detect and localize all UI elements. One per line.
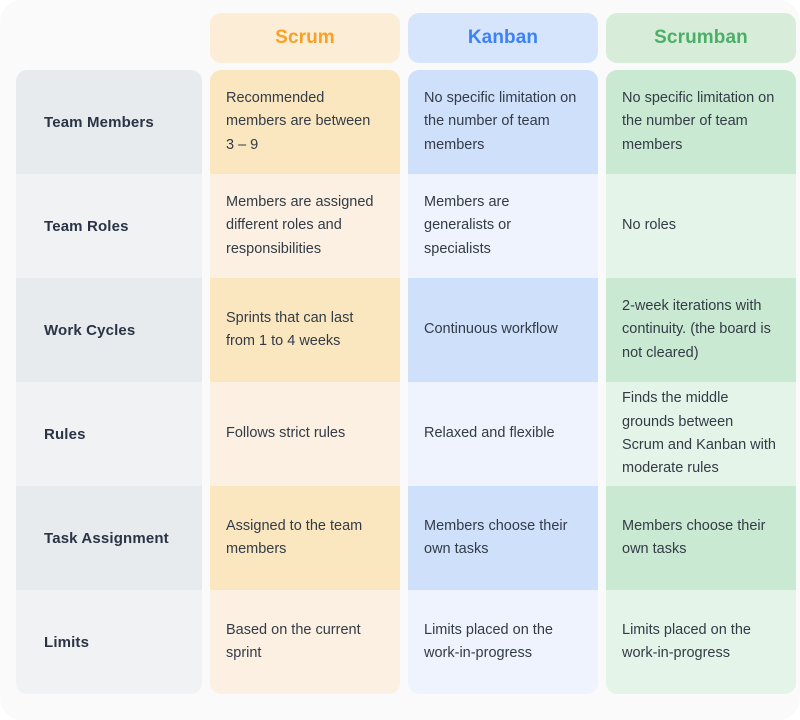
- cell-text: Sprints that can last from 1 to 4 weeks: [226, 309, 354, 349]
- row-label-limits: Limits: [16, 590, 202, 694]
- cell-scrum-limits: Based on the current sprint: [210, 590, 400, 694]
- cell-kanban-rules: Relaxed and flexible: [408, 382, 598, 486]
- cell-text: No roles: [622, 217, 676, 234]
- column-header-kanban-label: Kanban: [467, 27, 539, 48]
- table-corner-blank: [16, 13, 202, 63]
- cell-text: 2-week iterations with continuity. (the …: [622, 297, 771, 361]
- row-label-team-roles: Team Roles: [16, 174, 202, 278]
- row-label-rules: Rules: [16, 382, 202, 486]
- row-label-work-cycles: Work Cycles: [16, 278, 202, 382]
- row-label-text: Team Members: [44, 113, 154, 131]
- cell-scrumban-work-cycles: 2-week iterations with continuity. (the …: [606, 278, 796, 382]
- column-header-scrumban-label: Scrumban: [654, 27, 748, 48]
- cell-text: Members choose their own tasks: [622, 517, 766, 557]
- column-header-kanban: Kanban: [408, 13, 598, 63]
- cell-kanban-work-cycles: Continuous workflow: [408, 278, 598, 382]
- cell-kanban-team-roles: Members are generalists or specialists: [408, 174, 598, 278]
- cell-text: Assigned to the team members: [226, 517, 363, 557]
- cell-kanban-limits: Limits placed on the work-in-progress: [408, 590, 598, 694]
- cell-scrumban-limits: Limits placed on the work-in-progress: [606, 590, 796, 694]
- row-label-text: Limits: [44, 633, 90, 651]
- row-label-team-members: Team Members: [16, 70, 202, 174]
- comparison-table: Scrum Kanban Scrumban Team Members Recom…: [16, 13, 796, 707]
- column-header-scrumban: Scrumban: [606, 13, 796, 63]
- page-root: Scrum Kanban Scrumban Team Members Recom…: [0, 0, 800, 720]
- cell-text: Based on the current sprint: [226, 621, 361, 661]
- cell-kanban-team-members: No specific limitation on the number of …: [408, 70, 598, 174]
- column-header-scrum: Scrum: [210, 13, 400, 63]
- cell-text: Limits placed on the work-in-progress: [622, 621, 751, 661]
- cell-scrumban-team-members: No specific limitation on the number of …: [606, 70, 796, 174]
- cell-text: Relaxed and flexible: [424, 425, 555, 442]
- cell-scrum-team-roles: Members are assigned different roles and…: [210, 174, 400, 278]
- cell-text: Members choose their own tasks: [424, 517, 568, 557]
- cell-scrum-work-cycles: Sprints that can last from 1 to 4 weeks: [210, 278, 400, 382]
- cell-text: Continuous workflow: [424, 321, 558, 338]
- cell-scrum-team-members: Recommended members are between 3 – 9: [210, 70, 400, 174]
- cell-text: Members are generalists or specialists: [424, 193, 512, 257]
- cell-text: Finds the middle grounds between Scrum a…: [622, 390, 776, 477]
- cell-text: No specific limitation on the number of …: [424, 89, 577, 153]
- cell-scrum-task-assignment: Assigned to the team members: [210, 486, 400, 590]
- row-label-text: Task Assignment: [44, 529, 169, 547]
- cell-scrumban-task-assignment: Members choose their own tasks: [606, 486, 796, 590]
- cell-kanban-task-assignment: Members choose their own tasks: [408, 486, 598, 590]
- cell-scrumban-rules: Finds the middle grounds between Scrum a…: [606, 382, 796, 486]
- row-label-text: Team Roles: [44, 217, 129, 235]
- cell-scrum-rules: Follows strict rules: [210, 382, 400, 486]
- cell-scrumban-team-roles: No roles: [606, 174, 796, 278]
- cell-text: No specific limitation on the number of …: [622, 89, 775, 153]
- cell-text: Limits placed on the work-in-progress: [424, 621, 553, 661]
- row-label-text: Rules: [44, 425, 86, 443]
- row-label-text: Work Cycles: [44, 321, 136, 339]
- cell-text: Follows strict rules: [226, 425, 346, 442]
- row-label-task-assignment: Task Assignment: [16, 486, 202, 590]
- column-header-scrum-label: Scrum: [275, 27, 335, 48]
- cell-text: Members are assigned different roles and…: [226, 193, 374, 257]
- cell-text: Recommended members are between 3 – 9: [226, 89, 371, 153]
